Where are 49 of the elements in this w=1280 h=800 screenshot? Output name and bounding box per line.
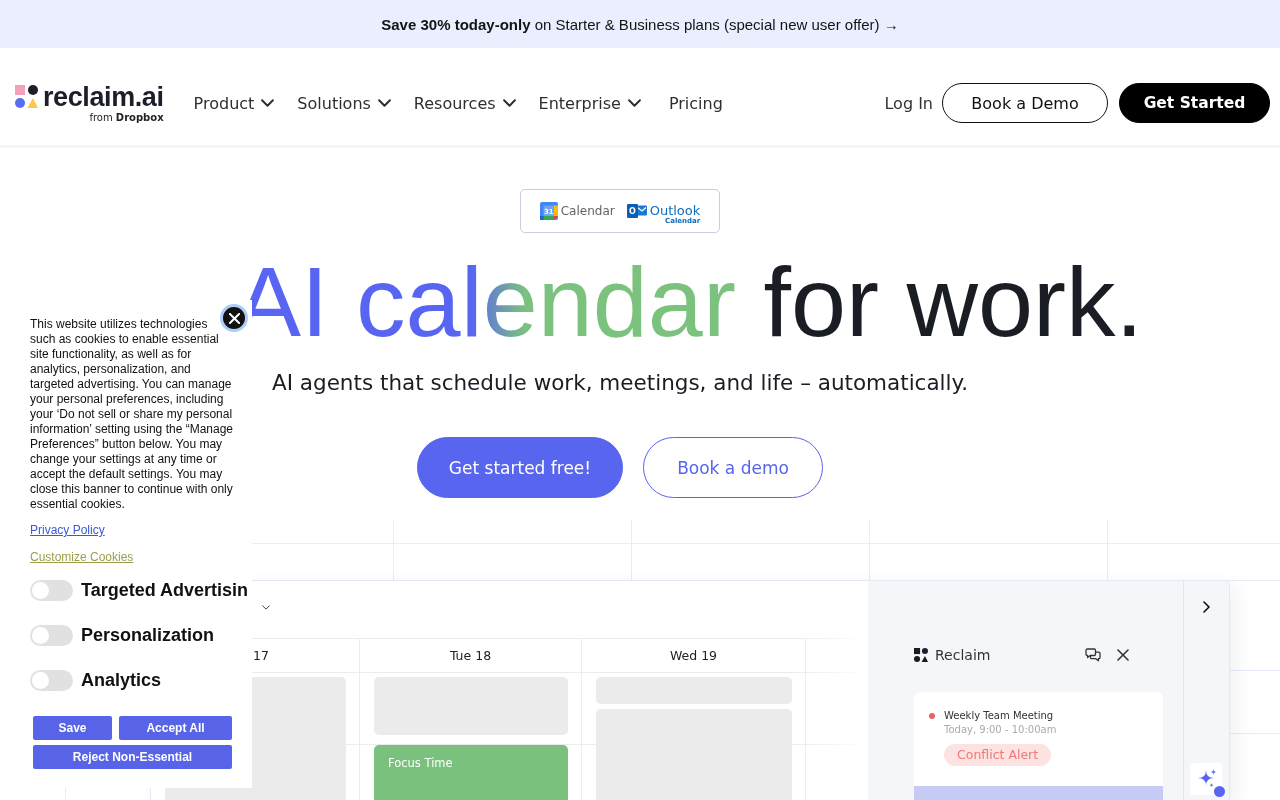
chevron-down-icon: [377, 99, 391, 107]
chat-bubbles-icon[interactable]: [1085, 648, 1101, 662]
consent-button[interactable]: Reject Non-Essential: [33, 745, 232, 769]
event-card[interactable]: Weekly Team Meeting Today, 9:00 - 10:00am Conflict Alert: [914, 692, 1163, 800]
day-header: Wed 19: [669, 648, 718, 663]
toggle-switch[interactable]: [30, 580, 73, 601]
logo-mark-icon: [914, 648, 928, 662]
secondary-cta-button[interactable]: Book a demo: [643, 437, 823, 498]
conflict-alert-tag: Conflict Alert: [944, 744, 1052, 766]
nav-menu-item[interactable]: Enterprise: [538, 93, 641, 113]
login-link[interactable]: Log In: [884, 93, 933, 113]
nav-menu-item[interactable]: Product: [193, 93, 275, 113]
consent-button[interactable]: Accept All: [119, 716, 232, 740]
logo-mark-icon: [15, 85, 38, 108]
logo-byline: from Dropbox: [89, 111, 164, 124]
sparkle-icon[interactable]: [1190, 763, 1226, 798]
chevron-down-icon: [261, 99, 275, 107]
close-button[interactable]: [220, 304, 248, 332]
panel-title: Reclaim: [935, 647, 991, 663]
integration-label: Outlook: [649, 203, 701, 217]
hero-subtitle: AI agents that schedule work, meetings, and life – automatically.: [271, 371, 969, 394]
secondary-button[interactable]: Book a Demo: [942, 83, 1108, 123]
logo-wordmark[interactable]: reclaim.ai: [43, 82, 164, 111]
chevron-down-icon: [502, 99, 516, 107]
primary-cta-button[interactable]: Get started free!: [417, 437, 623, 498]
event-time: Today, 9:00 - 10:00am: [944, 723, 1057, 737]
close-icon: [228, 312, 240, 324]
toggle-label: Targeted Advertisin: [81, 580, 249, 601]
toggle-label: Analytics: [81, 670, 162, 691]
toggle-switch[interactable]: [30, 670, 73, 691]
primary-button[interactable]: Get Started: [1119, 83, 1270, 123]
status-dot-icon: [929, 713, 935, 719]
day-header: Tue 18: [449, 648, 492, 663]
chevron-right-icon[interactable]: [1203, 601, 1210, 613]
close-icon[interactable]: [1117, 649, 1129, 661]
nav-link[interactable]: Pricing: [668, 93, 723, 113]
nav-menu-item[interactable]: Solutions: [297, 93, 391, 113]
nav-menu-item[interactable]: Resources: [413, 93, 516, 113]
consent-button[interactable]: Save: [33, 716, 112, 740]
promo-link[interactable]: Save 30% today-only on Starter & Business plans (special new user offer) →: [381, 15, 899, 33]
event-title: Weekly Team Meeting: [944, 709, 1054, 723]
privacy-policy-link[interactable]: Privacy Policy: [30, 523, 105, 538]
integration-label: Calendar: [560, 204, 615, 218]
toggle-label: Personalization: [81, 625, 215, 646]
day-header: 17: [253, 648, 269, 663]
chevron-down-icon: [627, 99, 641, 107]
chevron-down-icon: [262, 605, 270, 610]
toggle-switch[interactable]: [30, 625, 73, 646]
cookie-notice-text: This website utilizes technologies such as cookies to enable essential site functionality, as well as for analytics, personalization, and targeted advertising. You can manage your personal preferences, including your ‘Do not sell or share my personal information’ setting using the “Manage Preferences” button below. You may change your settings at any time or accept the default settings. You may close this banner to continue with only essential cookies.: [30, 317, 234, 512]
